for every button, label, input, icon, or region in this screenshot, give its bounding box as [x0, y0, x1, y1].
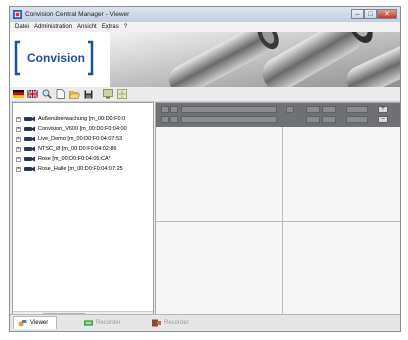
- tree-item[interactable]: + Rose [m_00:D0:F0:04:05:CA*: [16, 155, 111, 163]
- camera-icon: [24, 126, 35, 132]
- menu-help[interactable]: ?: [124, 24, 127, 30]
- tree-item[interactable]: + Convision_V600 [m_00:D0:F0:04:00: [16, 125, 127, 133]
- menu-administration[interactable]: Administration: [34, 24, 72, 30]
- view-button[interactable]: [306, 116, 320, 123]
- video-view-area: + –: [155, 102, 400, 322]
- grid-icon[interactable]: [116, 89, 127, 100]
- tree-item-label: Rose [m_00:D0:F0:04:05:CA*: [38, 156, 111, 162]
- monitor-icon[interactable]: [102, 89, 113, 100]
- camera-icon: [24, 116, 35, 122]
- view-button[interactable]: [322, 106, 336, 113]
- expand-icon[interactable]: +: [16, 146, 21, 152]
- tree-item[interactable]: + Außenüberwachung [m_00:D0:F0:0: [16, 115, 125, 123]
- view-button[interactable]: [170, 106, 178, 113]
- open-folder-icon[interactable]: [69, 89, 80, 100]
- camera-icon: [24, 136, 35, 142]
- tab-label: Viewer: [30, 320, 49, 326]
- camera-icon: [24, 156, 35, 162]
- maximize-button[interactable]: □: [364, 9, 377, 19]
- tree-item-label: Außenüberwachung [m_00:D0:F0:0: [38, 116, 126, 122]
- view-layout-strip[interactable]: [181, 106, 277, 113]
- app-icon: [13, 10, 22, 19]
- tree-item-label: Live_Demo [m_00:D0:F0:04:07:53: [38, 136, 123, 142]
- zoom-out-button[interactable]: –: [378, 116, 388, 123]
- expand-icon[interactable]: +: [16, 136, 21, 142]
- flag-uk-icon[interactable]: [27, 89, 38, 100]
- search-icon[interactable]: [41, 89, 52, 100]
- menu-ansicht[interactable]: Ansicht: [77, 24, 97, 30]
- camera-icon: [24, 166, 35, 172]
- flag-de-icon[interactable]: [13, 89, 24, 100]
- app-window: Convision Central Manager - Viewer – □ ✕…: [9, 6, 401, 332]
- view-button[interactable]: [170, 116, 178, 123]
- close-button[interactable]: ✕: [377, 9, 397, 19]
- tab-recorder-2[interactable]: Recorder: [152, 316, 189, 329]
- view-button[interactable]: [306, 106, 320, 113]
- view-layout-strip[interactable]: [181, 116, 277, 123]
- tree-item[interactable]: + Live_Demo [m_00:D0:F0:04:07:53: [16, 135, 122, 143]
- viewer-icon: [18, 320, 27, 327]
- expand-icon[interactable]: +: [16, 166, 21, 172]
- tree-item[interactable]: + NTSC_i8 [m_00:D0:F0:04:02:86: [16, 145, 117, 153]
- minimize-button[interactable]: –: [351, 9, 364, 19]
- menu-bar: Datei Administration Ansicht Extras ?: [10, 22, 400, 32]
- tree-item[interactable]: + Rose_Halle [m_00:D0:F0:04:07:25: [16, 165, 123, 173]
- view-button[interactable]: [286, 106, 294, 113]
- tree-item-label: Convision_V600 [m_00:D0:F0:04:00: [38, 126, 127, 132]
- window-title: Convision Central Manager - Viewer: [25, 11, 130, 18]
- view-button[interactable]: [346, 116, 368, 123]
- title-bar[interactable]: Convision Central Manager - Viewer – □ ✕: [10, 7, 400, 22]
- header-banner: Convision: [10, 32, 400, 87]
- view-button[interactable]: [161, 116, 169, 123]
- camera-tree: + Außenüberwachung [m_00:D0:F0:0 + Convi…: [12, 102, 154, 322]
- view-button[interactable]: [346, 106, 368, 113]
- view-button[interactable]: [322, 116, 336, 123]
- new-document-icon[interactable]: [55, 89, 66, 100]
- expand-icon[interactable]: +: [16, 156, 21, 162]
- logo-text: Convision: [27, 51, 86, 65]
- bottom-tab-bar: Viewer Recorder Recorder: [10, 314, 400, 331]
- tab-viewer[interactable]: Viewer: [13, 316, 58, 329]
- recorder-icon: [84, 319, 93, 326]
- view-grid-divider: [282, 127, 283, 321]
- banner-cameras-image: [110, 32, 400, 87]
- menu-datei[interactable]: Datei: [15, 24, 29, 30]
- recorder-icon: [152, 319, 161, 326]
- view-toolbar: + –: [156, 103, 400, 127]
- save-icon[interactable]: [83, 89, 94, 100]
- menu-extras[interactable]: Extras: [102, 24, 119, 30]
- view-button[interactable]: [161, 106, 169, 113]
- view-grid-divider: [156, 221, 400, 222]
- expand-icon[interactable]: +: [16, 116, 21, 122]
- zoom-in-button[interactable]: +: [378, 106, 388, 113]
- tab-label: Recorder: [164, 319, 189, 326]
- tree-item-label: NTSC_i8 [m_00:D0:F0:04:02:86: [38, 146, 117, 152]
- tree-item-label: Rose_Halle [m_00:D0:F0:04:07:25: [38, 166, 123, 172]
- camera-icon: [24, 146, 35, 152]
- tab-label: Recorder: [96, 319, 121, 326]
- expand-icon[interactable]: +: [16, 126, 21, 132]
- tab-recorder[interactable]: Recorder: [84, 316, 121, 329]
- main-toolbar: [10, 87, 400, 102]
